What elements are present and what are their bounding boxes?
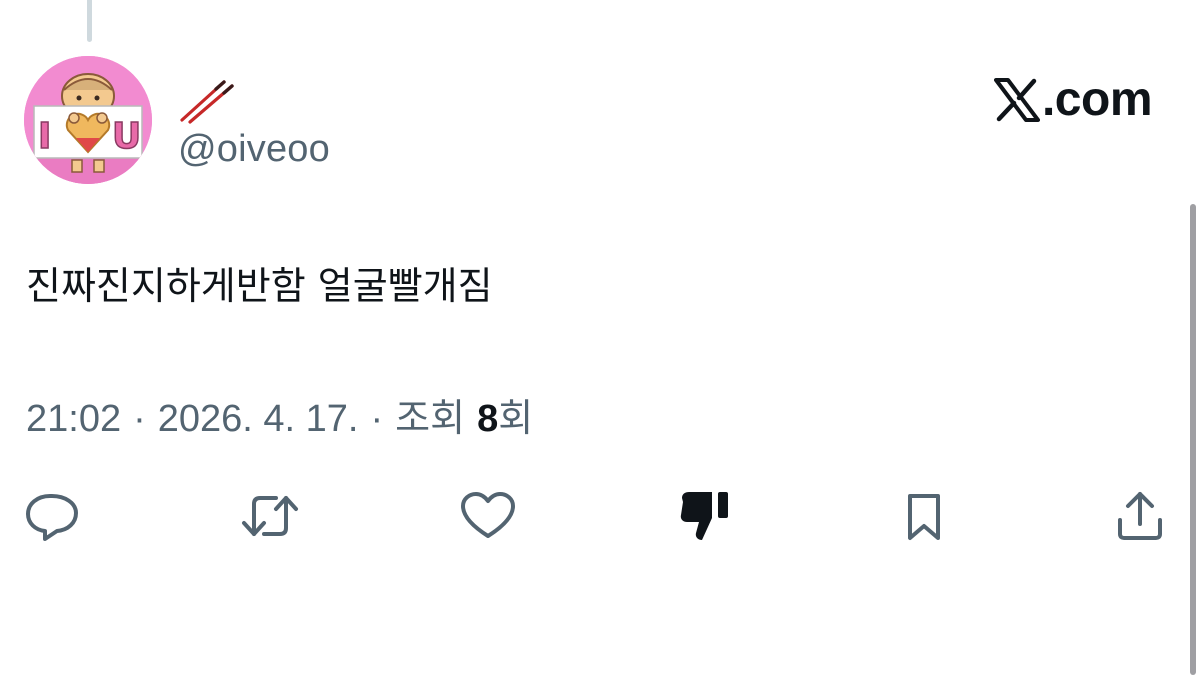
thumbs-down-icon	[680, 492, 728, 540]
reply-button[interactable]	[22, 486, 82, 546]
views-label: 조회	[395, 398, 466, 440]
brand-text: .com	[1041, 73, 1153, 126]
brand-logo: .com	[993, 73, 1153, 126]
dislike-button[interactable]	[676, 486, 736, 546]
tweet-metadata: 21:02 · 2026. 4. 17. · 조회 8 회	[26, 396, 533, 442]
tweet-text: 진짜진지하게반함 얼굴빨개짐	[26, 264, 493, 308]
bookmark-icon	[908, 494, 940, 540]
like-button[interactable]	[458, 486, 518, 546]
share-button[interactable]	[1110, 486, 1170, 546]
user-handle[interactable]: @oiveoo	[178, 126, 330, 172]
thread-connector-line	[87, 0, 92, 42]
x-logo-icon	[993, 78, 1040, 122]
tweet-date[interactable]: 2026. 4. 17.	[158, 396, 359, 442]
display-name[interactable]	[178, 76, 238, 124]
reply-icon	[26, 494, 78, 541]
share-icon	[1118, 492, 1162, 540]
retweet-button[interactable]	[240, 486, 300, 546]
scrollbar[interactable]	[1190, 204, 1196, 675]
avatar-image: I U	[24, 56, 152, 184]
avatar-letter-u: U	[112, 116, 141, 157]
meta-separator: ·	[370, 398, 384, 440]
tweet-time[interactable]: 21:02	[26, 396, 121, 442]
action-bar	[0, 486, 1200, 546]
chopsticks-icon	[180, 80, 234, 124]
avatar-letter-i: I	[38, 116, 51, 157]
meta-separator: ·	[133, 398, 146, 440]
avatar[interactable]: I U	[24, 56, 152, 184]
views-count: 8	[477, 398, 499, 440]
heart-icon	[461, 492, 515, 538]
bookmark-button[interactable]	[894, 486, 954, 546]
views-suffix: 회	[498, 398, 534, 440]
retweet-icon	[242, 496, 298, 536]
